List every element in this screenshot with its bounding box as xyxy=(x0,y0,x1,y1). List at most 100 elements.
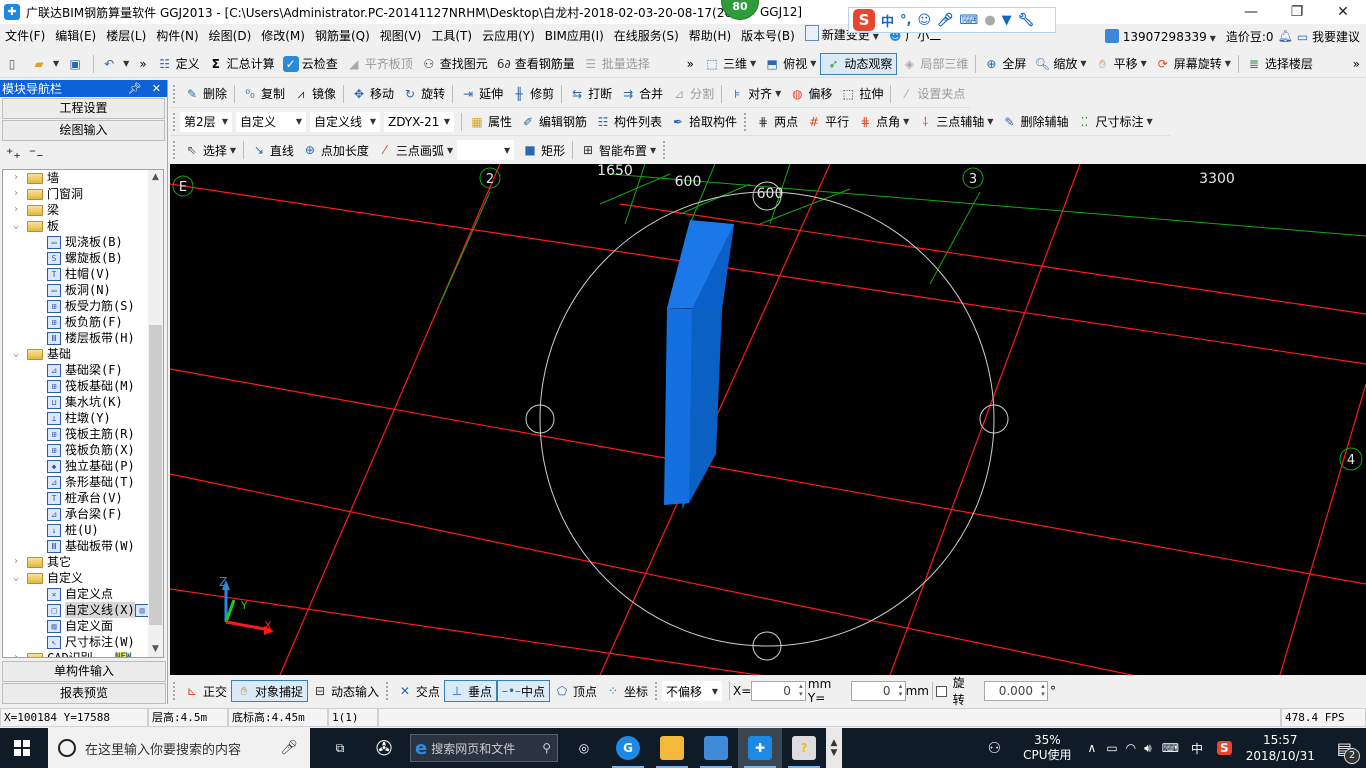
tree-item[interactable]: ⊥ 柱墩(Y) xyxy=(3,410,163,426)
line-button[interactable]: ↘ 直线 xyxy=(247,139,298,161)
tree-folder[interactable]: ⌄ 自定义 xyxy=(3,570,163,586)
show-hidden-icon[interactable]: ∧ xyxy=(1088,741,1097,755)
scroll-down-icon[interactable]: ▼ xyxy=(148,642,163,657)
stretch-button[interactable]: ⬚ 拉伸 xyxy=(836,83,887,105)
trim-button[interactable]: ╫ 修剪 xyxy=(507,83,558,105)
fullscreen-button[interactable]: ⊕ 全屏 xyxy=(979,53,1030,75)
scroll-up-icon[interactable]: ▲ xyxy=(148,170,163,185)
grip-point-button[interactable]: ⁄ 设置夹点 xyxy=(894,83,969,105)
mic-icon[interactable]: 🎤︎ xyxy=(280,740,298,756)
screen-rotate-button[interactable]: ⟳ 屏幕旋转 ▼ xyxy=(1151,53,1235,75)
ggj-app-icon[interactable]: ✚ xyxy=(738,728,782,768)
align-top-button[interactable]: ◢ 平齐板顶 xyxy=(342,53,417,75)
define-button[interactable]: ☷ 定义 xyxy=(153,53,204,75)
toolbar-grip[interactable] xyxy=(655,682,659,700)
intersection-snap-button[interactable]: ✕ 交点 xyxy=(393,680,444,702)
toolbar-grip[interactable] xyxy=(173,84,177,103)
two-point-button[interactable]: ⋕ 两点 xyxy=(751,111,802,133)
zoom-button[interactable]: 🔍︎ 缩放 ▼ xyxy=(1030,53,1090,75)
tree-item[interactable]: S 螺旋板(B) xyxy=(3,250,163,266)
point-length-button[interactable]: ⊕ 点加长度 xyxy=(298,139,373,161)
tree-item[interactable]: ✕ 自定义点 xyxy=(3,586,163,602)
user-icon[interactable]: ● xyxy=(984,13,995,28)
three-point-axis-button[interactable]: ⸸ 三点辅轴 ▼ xyxy=(913,111,997,133)
orbit-ring[interactable] xyxy=(525,181,1009,661)
cpu-meter[interactable]: 35% CPU使用 xyxy=(1023,733,1071,763)
menu-component[interactable]: 构件(N) xyxy=(151,24,203,48)
custom-line-component[interactable] xyxy=(664,220,734,509)
ime-indicator[interactable]: 中 xyxy=(1191,740,1203,757)
coordinate-snap-button[interactable]: ⁘ 坐标 xyxy=(601,680,652,702)
midpoint-snap-button[interactable]: –•– 中点 xyxy=(496,680,550,702)
volume-icon[interactable]: 🔊︎ xyxy=(1144,741,1152,756)
taskbar-scroll[interactable]: ▲ ▼ xyxy=(826,728,842,768)
restore-button[interactable]: ❐ xyxy=(1274,0,1320,24)
open-file-button[interactable]: ▰ ▼ xyxy=(27,53,63,75)
select-button[interactable]: ⇖ 选择 ▼ xyxy=(180,139,240,161)
tree-item[interactable]: Ⅲ 基础板带(W) xyxy=(3,538,163,554)
grid-view-icon[interactable]: ▥ xyxy=(135,604,149,617)
toolbar-grip[interactable] xyxy=(173,112,177,131)
type-select[interactable]: 自定义线 ▼ xyxy=(310,111,380,132)
y-input[interactable]: 0 xyxy=(850,681,906,701)
close-button[interactable]: ✕ xyxy=(1320,0,1366,24)
3d-view-button[interactable]: ⬚ 三维 ▼ xyxy=(700,53,760,75)
find-element-button[interactable]: ⚇ 查找图元 xyxy=(417,53,492,75)
tree-folder[interactable]: › 梁 xyxy=(3,202,163,218)
tree-item[interactable]: ⊞ 筏板负筋(X) xyxy=(3,442,163,458)
clock[interactable]: 15:57 2018/10/31 xyxy=(1246,732,1315,764)
properties-button[interactable]: ▦ 属性 xyxy=(465,111,516,133)
bell-icon[interactable]: 🔔︎ xyxy=(1278,29,1293,43)
pan-button[interactable]: ✋︎ 平移 ▼ xyxy=(1091,53,1151,75)
keyboard-icon[interactable]: ⌨ xyxy=(960,13,979,28)
menu-modify[interactable]: 修改(M) xyxy=(256,24,310,48)
tree-folder[interactable]: › 门窗洞 xyxy=(3,186,163,202)
chevron-right-icon[interactable]: › xyxy=(11,202,21,218)
menu-draw[interactable]: 绘图(D) xyxy=(204,24,257,48)
menu-tools[interactable]: 工具(T) xyxy=(426,24,477,48)
chevron-right-icon[interactable]: › xyxy=(11,186,21,202)
tree-item[interactable]: ⊿ 基础梁(F) xyxy=(3,362,163,378)
tree-item[interactable]: ⊿ 承台梁(F) xyxy=(3,506,163,522)
arc-option-select[interactable]: ▼ xyxy=(457,140,515,160)
fan-app-icon[interactable]: ✇ xyxy=(362,728,406,768)
offset-mode-select[interactable]: 不偏移 ▼ xyxy=(661,681,723,701)
calculate-button[interactable]: Σ 汇总计算 xyxy=(204,53,279,75)
reader-app-icon[interactable] xyxy=(694,728,738,768)
chevron-down-icon[interactable]: ⌄ xyxy=(11,570,21,586)
taskbar-search[interactable]: 在这里输入你要搜索的内容 🎤︎ xyxy=(48,728,310,768)
tree-folder[interactable]: ⌄ 板 xyxy=(3,218,163,234)
toolbar-grip[interactable] xyxy=(173,682,177,700)
chevron-right-icon[interactable]: › xyxy=(11,650,21,657)
skin-icon[interactable]: ▼ xyxy=(1002,13,1012,28)
expand-all-icon[interactable]: ⁺₊ xyxy=(6,146,21,162)
rotate-input[interactable]: 0.000 xyxy=(983,681,1049,701)
copy-button[interactable]: ⁰₀ 复制 xyxy=(238,83,289,105)
ime-punct[interactable]: °, xyxy=(900,13,911,28)
emoji-icon[interactable]: ☺ xyxy=(917,13,931,28)
menu-file[interactable]: 文件(F) xyxy=(0,24,50,48)
nav-single-component[interactable]: 单构件输入 xyxy=(2,661,166,682)
people-icon[interactable]: ⚇ xyxy=(988,739,1001,757)
tree-item[interactable]: ▭ 板洞(N) xyxy=(3,282,163,298)
break-button[interactable]: ⇆ 打断 xyxy=(565,83,616,105)
parallel-button[interactable]: # 平行 xyxy=(802,111,853,133)
scroll-thumb[interactable] xyxy=(149,325,162,625)
help-app-icon[interactable]: ? xyxy=(782,728,826,768)
tree-item[interactable]: ▨ 自定义面 xyxy=(3,618,163,634)
action-center-icon[interactable]: ▤ 2 xyxy=(1337,739,1360,764)
nav-drawing-input[interactable]: 绘图输入 xyxy=(2,120,165,141)
tree-item[interactable]: T 柱帽(V) xyxy=(3,266,163,282)
menu-help[interactable]: 帮助(H) xyxy=(684,24,736,48)
cloud-check-button[interactable]: ✓ 云检查 xyxy=(279,53,342,75)
toolbar-grip[interactable] xyxy=(663,141,667,159)
nav-report-preview[interactable]: 报表预览 xyxy=(2,683,166,704)
nav-project-settings[interactable]: 工程设置 xyxy=(2,98,165,119)
menu-edit[interactable]: 编辑(E) xyxy=(50,24,101,48)
tree-item[interactable]: ↖ 尺寸标注(W) xyxy=(3,634,163,650)
align-button[interactable]: ⊧ 对齐 ▼ xyxy=(725,83,785,105)
keyboard-icon[interactable]: ⌨ xyxy=(1162,741,1179,755)
task-view-icon[interactable]: ⧉ xyxy=(318,728,362,768)
orbit-button[interactable]: ➶ 动态观察 xyxy=(820,52,898,75)
ortho-button[interactable]: ⊾ 正交 xyxy=(180,680,231,702)
